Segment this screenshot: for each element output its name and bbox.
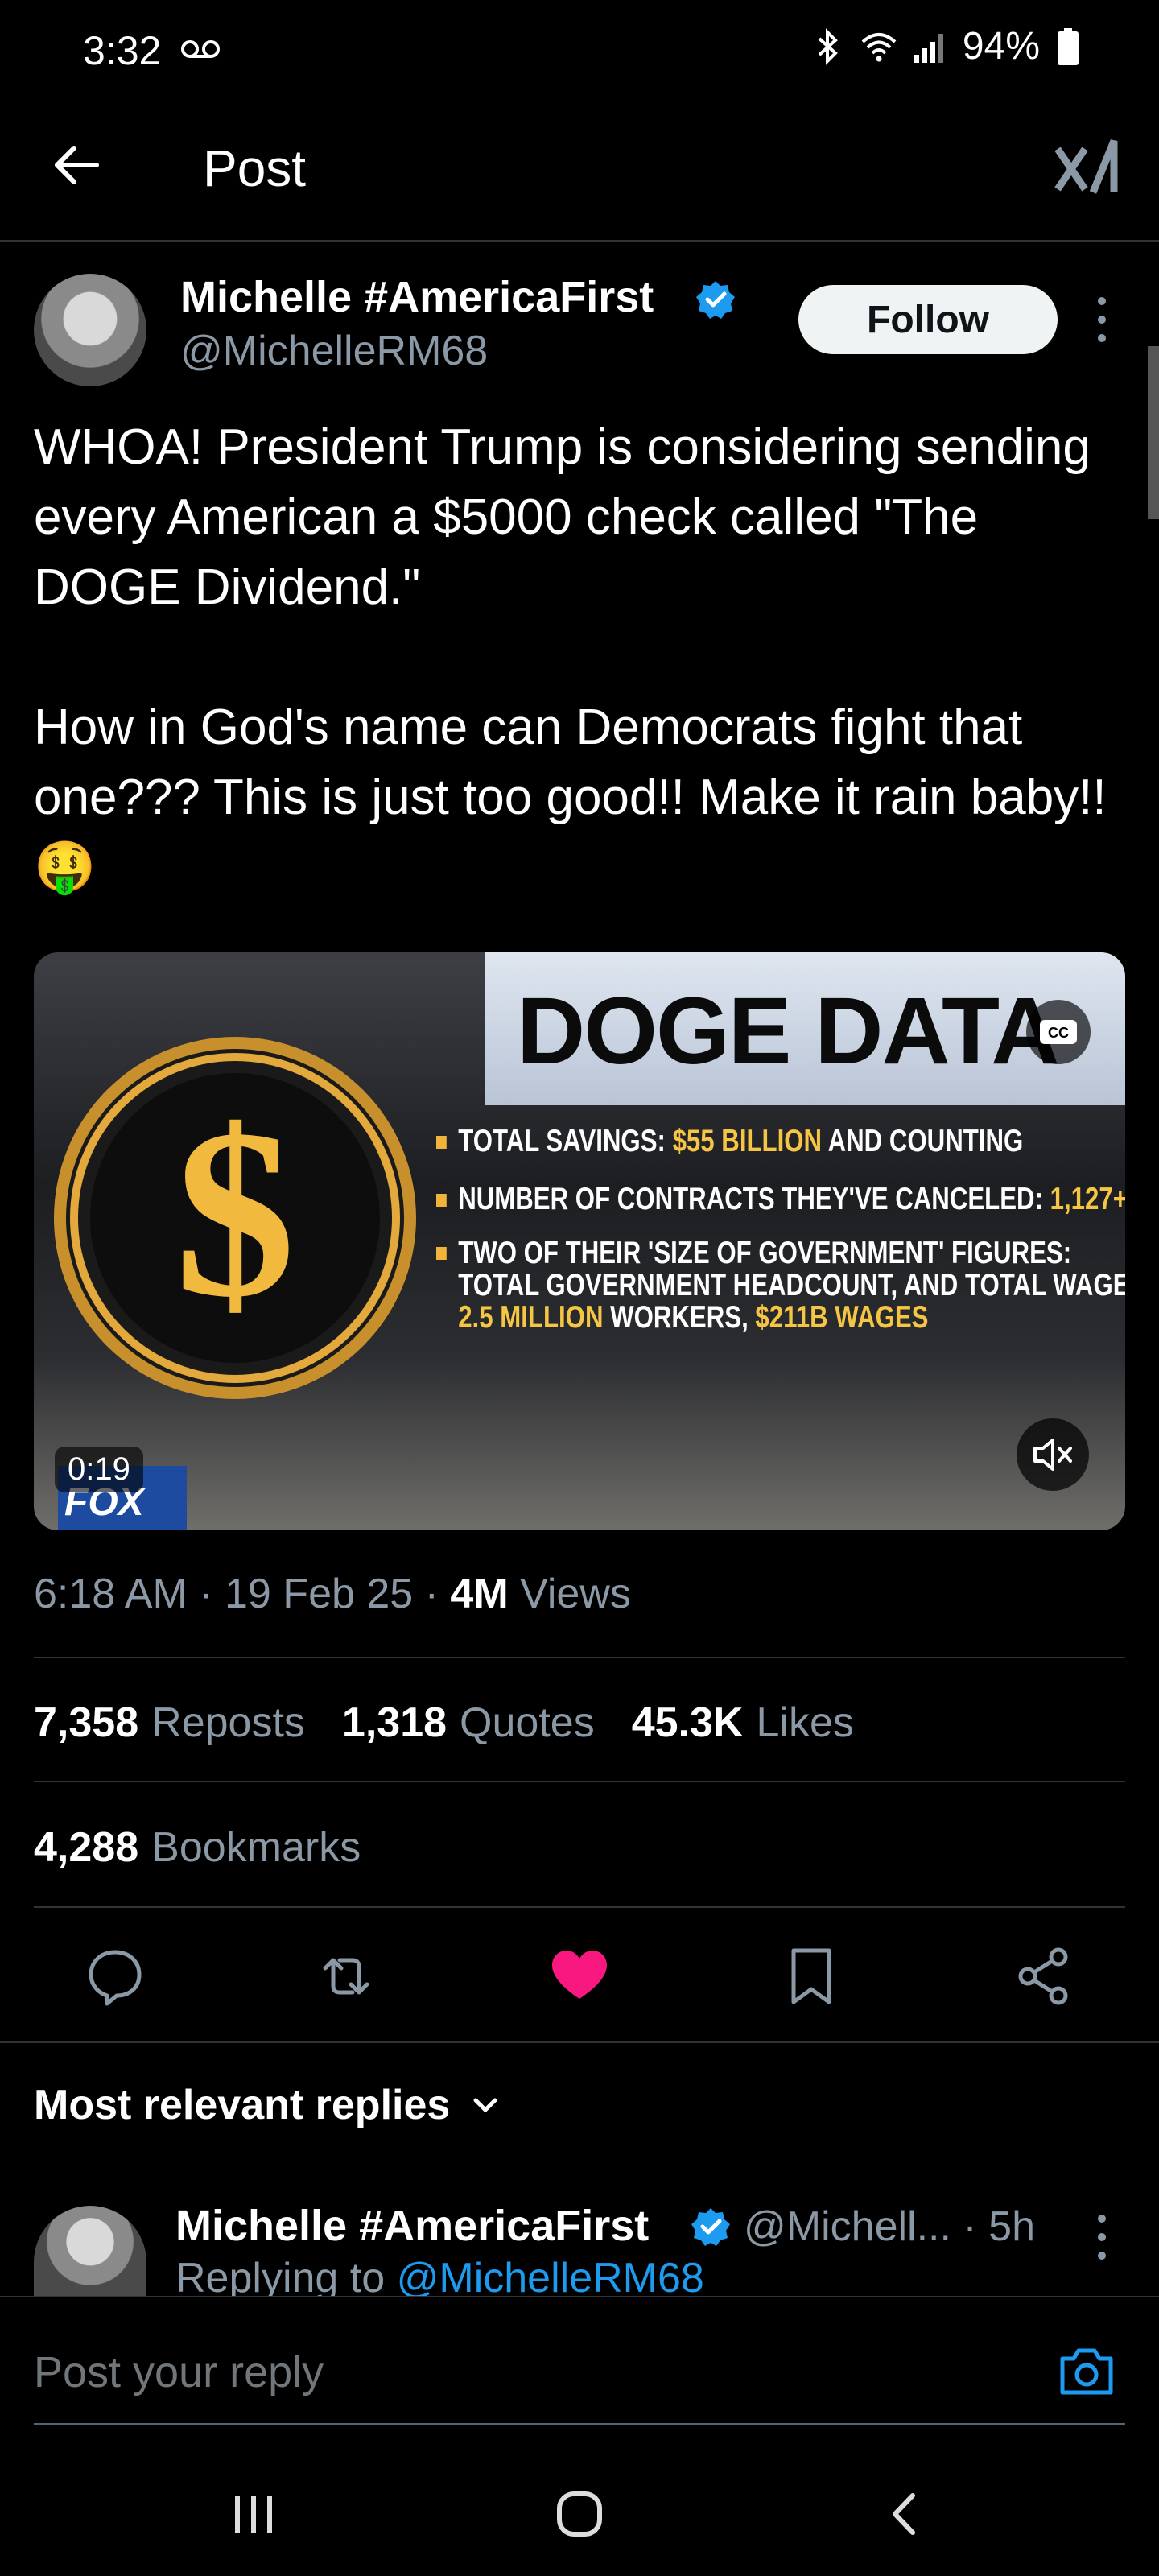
reply-icon[interactable] (83, 1944, 147, 2008)
page-title: Post (203, 139, 307, 197)
bullet-government: TWO OF THEIR 'SIZE OF GOVERNMENT' FIGURE… (436, 1237, 1125, 1334)
bullet-savings: TOTAL SAVINGS: $55 BILLION AND COUNTING (436, 1121, 1023, 1162)
battery-percent: 94% (962, 25, 1040, 68)
bookmark-icon[interactable] (779, 1944, 843, 2008)
status-bar: 3:32 94% (0, 0, 1159, 105)
bookmarks-row: 4,288 Bookmarks (34, 1823, 361, 1872)
battery-icon (1058, 27, 1079, 65)
post-meta: 6:18 AM · 19 Feb 25 · 4M Views (34, 1571, 631, 1617)
video-duration: 0:19 (55, 1447, 143, 1492)
actions-divider (0, 2041, 1159, 2043)
reply-author-name[interactable]: Michelle #AmericaFirst (175, 2201, 649, 2251)
bluetooth-icon (818, 27, 838, 65)
post-time: 6:18 AM (34, 1571, 188, 1617)
video-bullets: TOTAL SAVINGS: $55 BILLION AND COUNTING … (436, 1121, 1125, 1352)
stats-divider (34, 1781, 1125, 1782)
reply-more-options-icon[interactable] (1090, 2209, 1114, 2265)
header-divider (0, 240, 1159, 242)
repost-icon[interactable] (314, 1944, 378, 2008)
camera-icon[interactable] (1056, 2341, 1117, 2402)
reply-avatar[interactable] (34, 2206, 146, 2296)
share-icon[interactable] (1012, 1944, 1076, 2008)
likes-stat[interactable]: 45.3K Likes (632, 1699, 854, 1747)
action-bar (0, 1928, 1159, 2025)
reply-input[interactable]: Post your reply (34, 2347, 324, 2397)
voicemail-icon (181, 40, 220, 58)
replies-heading: Most relevant replies (34, 2082, 451, 2128)
follow-button[interactable]: Follow (798, 285, 1058, 354)
bullet-contracts: NUMBER OF CONTRACTS THEY'VE CANCELED: 1,… (436, 1179, 1125, 1220)
author-name[interactable]: Michelle #AmericaFirst (180, 272, 654, 322)
recent-apps-icon[interactable] (225, 2486, 282, 2542)
back-nav-icon[interactable] (877, 2486, 934, 2542)
replies-sort-dropdown[interactable]: Most relevant replies (34, 2081, 501, 2129)
reposts-stat[interactable]: 7,358 Reposts (34, 1699, 305, 1747)
arrow-left-icon[interactable] (48, 137, 105, 193)
bookmarks-divider (34, 1906, 1125, 1908)
signal-icon (914, 33, 943, 63)
video-title-text: DOGE DATA (517, 978, 1059, 1084)
reply-handle-time: @Michell... · 5h (744, 2203, 1035, 2250)
scrollbar-thumb[interactable] (1148, 346, 1159, 519)
reply-verified-badge-icon (691, 2208, 730, 2246)
composer-underline (34, 2423, 1125, 2425)
bookmarks-stat[interactable]: 4,288 Bookmarks (34, 1823, 361, 1872)
post-text: WHOA! President Trump is considering sen… (34, 419, 1107, 895)
status-time: 3:32 (83, 28, 162, 73)
video-player[interactable]: DOGE DATA $ TOTAL SAVINGS: $55 BILLION A… (34, 952, 1125, 1530)
stats-row: 7,358 Reposts 1,318 Quotes 45.3K Likes (34, 1699, 854, 1747)
verified-badge-icon (696, 281, 735, 319)
meta-divider (34, 1657, 1125, 1658)
views-label: Views (520, 1571, 631, 1617)
author-handle[interactable]: @MichelleRM68 (180, 327, 488, 375)
chevron-down-icon (473, 2098, 497, 2112)
wifi-icon (861, 32, 897, 61)
more-options-icon[interactable] (1090, 291, 1114, 348)
home-icon[interactable] (551, 2486, 608, 2542)
post-date: 19 Feb 25 (225, 1571, 414, 1617)
xai-grok-icon[interactable] (1053, 133, 1120, 200)
top-bar: Post (0, 105, 1159, 225)
svg-text:$: $ (175, 1080, 295, 1347)
dollar-coin-icon: $ (54, 1037, 416, 1399)
system-nav-bar (0, 2447, 1159, 2576)
closed-captions-icon[interactable]: CC (1025, 999, 1091, 1065)
mute-icon[interactable] (1016, 1418, 1090, 1492)
reply-composer: Post your reply (0, 2296, 1159, 2425)
replying-to: Replying to @MichelleRM68 (175, 2254, 704, 2296)
svg-text:CC: CC (1048, 1025, 1069, 1041)
replying-to-handle[interactable]: @MichelleRM68 (397, 2255, 704, 2296)
like-icon[interactable] (547, 1944, 612, 2008)
avatar[interactable] (34, 274, 146, 386)
quotes-stat[interactable]: 1,318 Quotes (342, 1699, 595, 1747)
views-count: 4M (450, 1571, 509, 1617)
